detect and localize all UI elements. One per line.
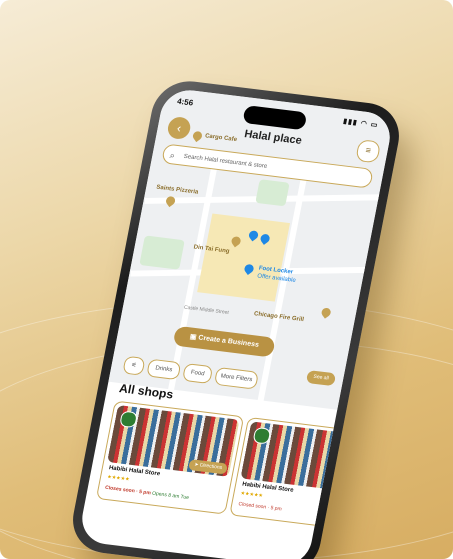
directions-label: Directions [199,462,223,471]
search-icon: ⌕ [168,150,176,161]
shop-rating: ★★★★★ [239,490,264,500]
filter-icon-button[interactable]: ⚟ [122,355,146,376]
shop-open-time: Opens 8 am Tue [151,490,190,502]
street-label: Castle Middle Street [183,304,230,316]
map-pin-icon[interactable] [319,306,333,319]
chip-more-filters[interactable]: More Filters [213,366,260,390]
background: Cargo Cafe Saints Pizzeria Din Tai Fung … [0,0,453,559]
shop-rating: ★★★★★ [106,474,131,483]
create-business-label: Create a Business [197,334,260,349]
shop-hours: Closed soon · 5 pm [237,501,283,513]
search-placeholder: Search Halal restaurant & store [183,153,268,170]
place-label: Saints Pizzeria [155,184,199,196]
see-all-button[interactable]: See all [305,370,337,387]
chip-drinks[interactable]: Drinks [146,358,182,381]
shop-hours: Closes soon · 5 pm Opens 8 am Tue [105,485,190,501]
chip-food[interactable]: Food [181,362,214,385]
shop-hours-status: Closes soon · 5 pm [104,484,152,497]
status-time: 4:56 [176,96,194,108]
shop-card[interactable]: ➤ Directions Habibi Halal Store ★★★★★ Cl… [95,400,245,515]
